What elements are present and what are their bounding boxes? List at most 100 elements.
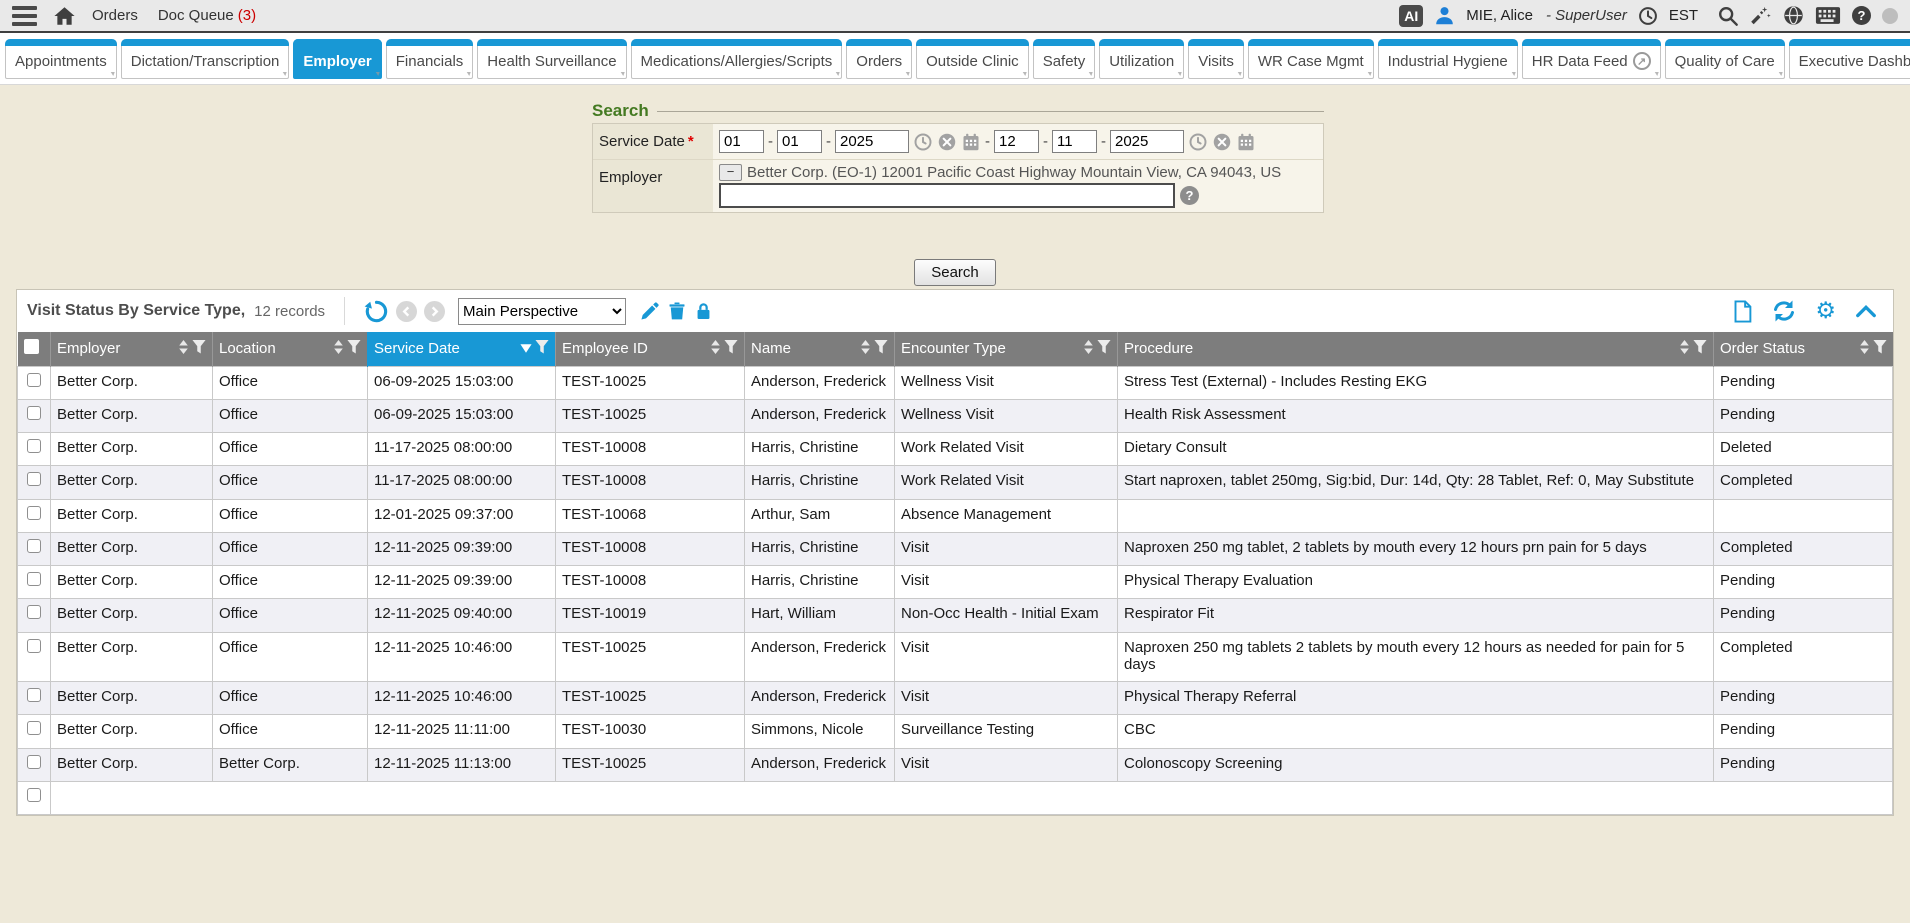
collapse-panel-icon[interactable]: [1855, 303, 1877, 319]
tab-quality-of-care[interactable]: Quality of Care: [1665, 39, 1785, 79]
date-from-month-input[interactable]: [719, 130, 764, 153]
lock-icon[interactable]: [694, 301, 713, 322]
tab-employer[interactable]: Employer: [293, 39, 381, 79]
row-checkbox[interactable]: [27, 572, 41, 586]
column-header-service_date[interactable]: Service Date: [368, 332, 556, 366]
column-header-order_status[interactable]: Order Status: [1714, 332, 1893, 366]
filter-icon[interactable]: [1873, 339, 1887, 358]
sort-icon: [178, 340, 189, 358]
filter-icon[interactable]: [192, 339, 206, 358]
date-from-day-input[interactable]: [777, 130, 822, 153]
cell-employer: Better Corp.: [51, 682, 213, 715]
row-checkbox[interactable]: [27, 406, 41, 420]
tab-visits[interactable]: Visits: [1188, 39, 1244, 79]
tab-wr-case-mgmt[interactable]: WR Case Mgmt: [1248, 39, 1374, 79]
edit-perspective-icon[interactable]: [639, 301, 660, 322]
row-checkbox-cell: [18, 532, 51, 565]
row-checkbox[interactable]: [27, 439, 41, 453]
employer-search-input[interactable]: [719, 183, 1175, 208]
calendar-icon[interactable]: [1237, 133, 1255, 151]
filter-icon[interactable]: [347, 339, 361, 358]
column-header-employee_id[interactable]: Employee ID: [556, 332, 745, 366]
delete-perspective-icon[interactable]: [667, 301, 687, 322]
select-all-checkbox[interactable]: [24, 339, 39, 354]
date-to-day-input[interactable]: [1052, 130, 1097, 153]
footer-row-checkbox[interactable]: [27, 788, 41, 802]
row-checkbox[interactable]: [27, 688, 41, 702]
cell-order_status: Pending: [1714, 682, 1893, 715]
refresh-icon[interactable]: [1772, 299, 1796, 323]
sort-icon: [860, 340, 871, 358]
breadcrumb-orders[interactable]: Orders: [92, 7, 138, 24]
clear-date-icon[interactable]: [938, 133, 956, 151]
column-header-location[interactable]: Location: [213, 332, 368, 366]
filter-icon[interactable]: [724, 339, 738, 358]
history-forward-icon[interactable]: [424, 301, 445, 322]
row-checkbox[interactable]: [27, 472, 41, 486]
row-checkbox[interactable]: [27, 721, 41, 735]
row-checkbox[interactable]: [27, 506, 41, 520]
row-checkbox[interactable]: [27, 373, 41, 387]
breadcrumb: Orders Doc Queue(3): [92, 7, 256, 24]
cell-location: Office: [213, 499, 368, 532]
select-all-header[interactable]: [18, 332, 51, 366]
search-icon[interactable]: [1717, 5, 1739, 27]
keyboard-icon[interactable]: [1815, 6, 1841, 25]
column-header-encounter_type[interactable]: Encounter Type: [895, 332, 1118, 366]
globe-icon[interactable]: [1783, 5, 1804, 26]
filter-icon[interactable]: [1693, 339, 1707, 358]
tab-orders[interactable]: Orders: [846, 39, 912, 79]
history-back-icon[interactable]: [396, 301, 417, 322]
date-to-month-input[interactable]: [994, 130, 1039, 153]
filter-icon[interactable]: [874, 339, 888, 358]
time-picker-icon[interactable]: [914, 133, 932, 151]
tab-safety[interactable]: Safety: [1033, 39, 1096, 79]
cell-employer: Better Corp.: [51, 466, 213, 499]
cell-employer: Better Corp.: [51, 399, 213, 432]
home-icon[interactable]: [53, 5, 76, 27]
tab-label: Industrial Hygiene: [1388, 53, 1508, 70]
gear-icon[interactable]: ⚙: [1815, 300, 1836, 323]
help-icon[interactable]: ?: [1852, 6, 1871, 25]
row-checkbox-cell: [18, 715, 51, 748]
calendar-icon[interactable]: [962, 133, 980, 151]
row-checkbox[interactable]: [27, 539, 41, 553]
column-header-name[interactable]: Name: [745, 332, 895, 366]
new-document-icon[interactable]: [1732, 300, 1753, 323]
collapse-employer-button[interactable]: −: [719, 164, 742, 181]
ai-badge[interactable]: AI: [1399, 5, 1423, 27]
tab-utilization[interactable]: Utilization: [1099, 39, 1184, 79]
breadcrumb-doc-queue[interactable]: Doc Queue(3): [158, 7, 256, 24]
row-checkbox[interactable]: [27, 605, 41, 619]
undo-icon[interactable]: [364, 299, 389, 324]
tab-health-surveillance[interactable]: Health Surveillance: [477, 39, 626, 79]
tab-financials[interactable]: Financials: [386, 39, 474, 79]
row-checkbox[interactable]: [27, 755, 41, 769]
employer-help-icon[interactable]: ?: [1180, 186, 1199, 205]
perspective-select[interactable]: Main Perspective: [458, 298, 626, 325]
cell-employer: Better Corp.: [51, 532, 213, 565]
tab-industrial-hygiene[interactable]: Industrial Hygiene: [1378, 39, 1518, 79]
search-button[interactable]: Search: [914, 259, 996, 286]
tab-hr-data-feed[interactable]: HR Data Feed↗: [1522, 39, 1661, 79]
column-header-employer[interactable]: Employer: [51, 332, 213, 366]
filter-icon[interactable]: [1097, 339, 1111, 358]
time-picker-icon[interactable]: [1189, 133, 1207, 151]
row-checkbox[interactable]: [27, 639, 41, 653]
clear-date-icon[interactable]: [1213, 133, 1231, 151]
date-from-year-input[interactable]: [835, 130, 909, 153]
tab-appointments[interactable]: Appointments: [5, 39, 117, 79]
tab-executive-dashboard[interactable]: Executive Dashboard: [1789, 39, 1910, 79]
tab-dictation-transcription[interactable]: Dictation/Transcription: [121, 39, 290, 79]
filter-icon[interactable]: [535, 339, 549, 358]
cell-order_status: Pending: [1714, 715, 1893, 748]
cell-location: Office: [213, 532, 368, 565]
user-name[interactable]: MIE, Alice: [1466, 7, 1533, 24]
column-header-procedure[interactable]: Procedure: [1118, 332, 1714, 366]
clock-icon[interactable]: [1638, 6, 1658, 26]
date-to-year-input[interactable]: [1110, 130, 1184, 153]
tab-medications-allergies-scripts[interactable]: Medications/Allergies/Scripts: [631, 39, 843, 79]
hamburger-menu-icon[interactable]: [12, 6, 37, 26]
wand-icon[interactable]: [1750, 5, 1772, 27]
tab-outside-clinic[interactable]: Outside Clinic: [916, 39, 1029, 79]
